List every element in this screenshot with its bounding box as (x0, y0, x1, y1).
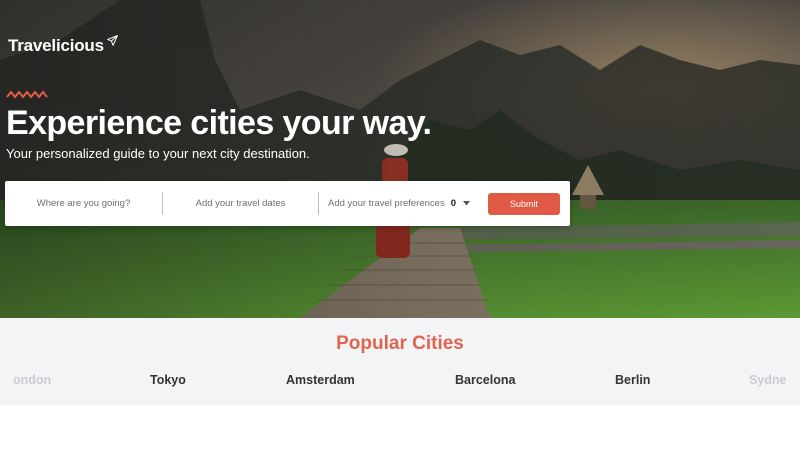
city-link-sydney[interactable]: Sydne (749, 373, 787, 387)
preferences-count: 0 (450, 198, 456, 209)
chevron-down-icon (463, 198, 470, 209)
submit-button[interactable]: Submit (488, 193, 560, 215)
city-link-barcelona[interactable]: Barcelona (455, 373, 515, 387)
popular-cities-section: Popular Cities ondon Tokyo Amsterdam Bar… (0, 318, 800, 405)
hero-headline: Experience cities your way. (6, 104, 432, 142)
hero-subheadline: Your personalized guide to your next cit… (6, 146, 310, 161)
search-bar: Where are you going? Add your travel dat… (5, 181, 570, 226)
popular-cities-title: Popular Cities (336, 333, 464, 354)
destination-placeholder: Where are you going? (36, 198, 131, 209)
city-link-berlin[interactable]: Berlin (615, 373, 650, 387)
preferences-placeholder: Add your travel preferences (328, 198, 445, 209)
destination-input[interactable]: Where are you going? (5, 181, 162, 226)
city-link-amsterdam[interactable]: Amsterdam (286, 373, 355, 387)
city-link-tokyo[interactable]: Tokyo (150, 373, 186, 387)
airplane-icon (106, 32, 119, 52)
brand-logo[interactable]: Travelicious (8, 35, 119, 56)
decorative-squiggle-icon (6, 90, 48, 99)
dates-placeholder: Add your travel dates (195, 198, 286, 209)
travel-preferences-select[interactable]: Add your travel preferences 0 (319, 181, 479, 226)
city-link-london[interactable]: ondon (13, 373, 51, 387)
hero-section: Travelicious Experience cities your way.… (0, 0, 800, 318)
brand-name: Travelicious (8, 36, 104, 55)
travel-dates-input[interactable]: Add your travel dates (163, 181, 318, 226)
